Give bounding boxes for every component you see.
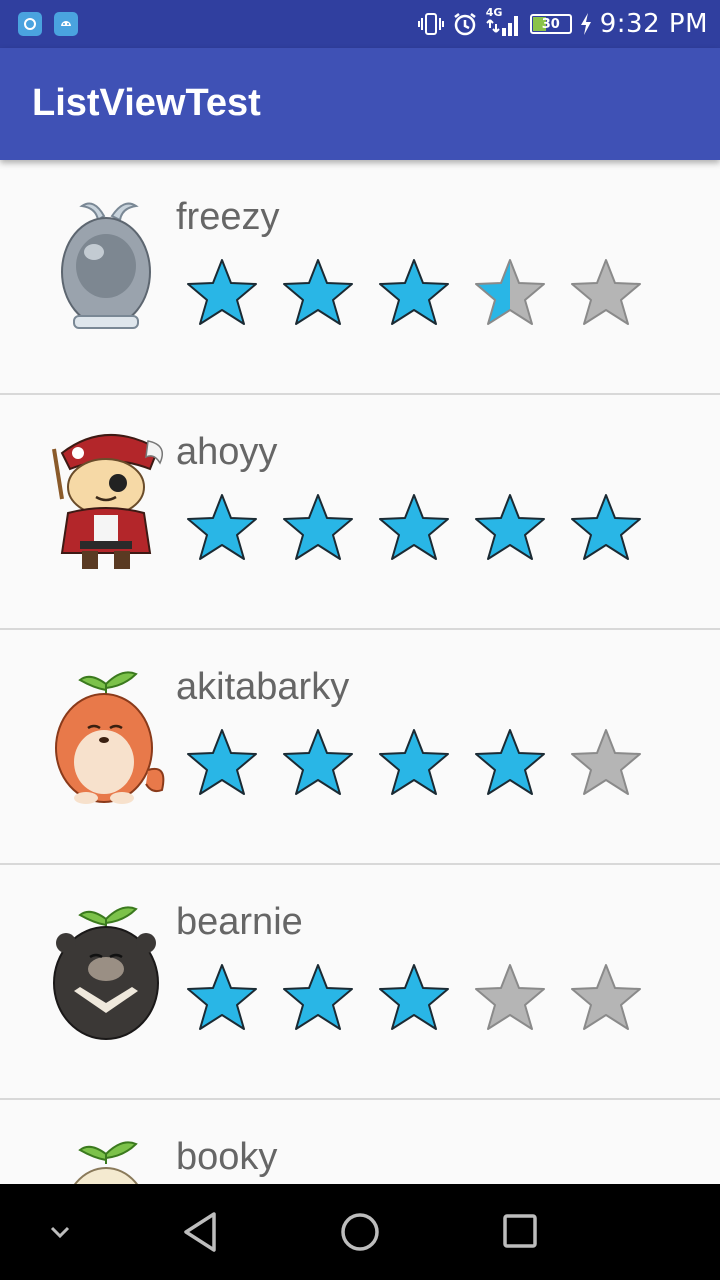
rating-bar[interactable]: [184, 256, 644, 328]
star-empty-icon[interactable]: [568, 961, 644, 1033]
back-icon[interactable]: [180, 1208, 220, 1256]
charging-icon: [580, 13, 591, 35]
ahoyy-avatar: [52, 433, 163, 569]
star-filled-icon[interactable]: [280, 256, 356, 328]
star-filled-icon[interactable]: [184, 726, 260, 798]
star-filled-icon[interactable]: [376, 491, 452, 563]
item-name: freezy: [176, 196, 280, 238]
star-filled-icon[interactable]: [376, 256, 452, 328]
signal-icon: 4G: [486, 6, 522, 38]
bearnie-avatar: [53, 906, 159, 1040]
list-item[interactable]: booky: [0, 1100, 720, 1184]
list-item[interactable]: akitabarky: [0, 630, 720, 865]
list-item[interactable]: freezy: [0, 160, 720, 395]
star-empty-icon[interactable]: [568, 256, 644, 328]
rating-bar[interactable]: [184, 726, 644, 798]
app-bar: ListViewTest: [0, 48, 720, 160]
item-name: ahoyy: [176, 431, 278, 473]
star-filled-icon[interactable]: [472, 491, 548, 563]
navigation-bar: [0, 1184, 720, 1280]
list-item[interactable]: ahoyy: [0, 395, 720, 630]
android-notification-icon: [54, 12, 78, 36]
star-filled-icon[interactable]: [280, 961, 356, 1033]
list-item[interactable]: bearnie: [0, 865, 720, 1100]
item-name: akitabarky: [176, 666, 350, 708]
star-empty-icon[interactable]: [472, 961, 548, 1033]
status-bar: 4G 30 9:32 PM: [0, 0, 720, 48]
star-filled-icon[interactable]: [568, 491, 644, 563]
freezy-avatar: [61, 202, 151, 329]
clock: 9:32 PM: [599, 9, 708, 39]
star-filled-icon[interactable]: [472, 726, 548, 798]
star-filled-icon[interactable]: [376, 726, 452, 798]
battery-icon: 30: [529, 14, 572, 34]
alarm-icon: [453, 13, 476, 36]
star-filled-icon[interactable]: [280, 491, 356, 563]
star-empty-icon[interactable]: [568, 726, 644, 798]
star-filled-icon[interactable]: [376, 961, 452, 1033]
home-icon[interactable]: [338, 1208, 382, 1256]
item-name: booky: [176, 1136, 278, 1178]
booky-avatar: [73, 1141, 139, 1184]
rating-bar[interactable]: [184, 491, 644, 563]
star-filled-icon[interactable]: [184, 256, 260, 328]
vibrate-icon: [417, 13, 444, 35]
star-filled-icon[interactable]: [184, 961, 260, 1033]
battery-level: 30: [541, 16, 560, 32]
item-name: bearnie: [176, 901, 303, 943]
app-notification-icon: [18, 12, 42, 36]
star-filled-icon[interactable]: [280, 726, 356, 798]
star-filled-icon[interactable]: [184, 491, 260, 563]
collapse-icon[interactable]: [44, 1216, 76, 1248]
rating-bar[interactable]: [184, 961, 644, 1033]
akitabarky-avatar: [55, 671, 165, 804]
list-view[interactable]: freezy ahoyy akitabarky bearnie booky: [0, 160, 720, 1184]
star-half-icon[interactable]: [472, 256, 548, 328]
recents-icon[interactable]: [500, 1208, 540, 1256]
app-title: ListViewTest: [32, 82, 261, 124]
